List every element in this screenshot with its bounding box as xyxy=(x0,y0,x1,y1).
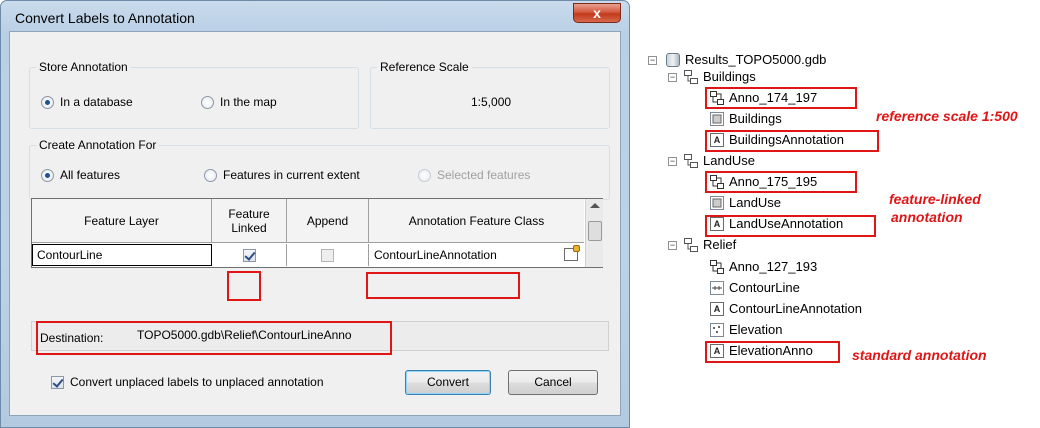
tree-item-label: Elevation xyxy=(729,322,783,337)
feature-linked-annotation-line2: annotation xyxy=(891,209,963,225)
convert-button[interactable]: Convert xyxy=(405,370,491,395)
tree-dataset-label: LandUse xyxy=(703,153,756,168)
tree-item-label: ContourLine xyxy=(729,280,800,295)
cancel-button[interactable]: Cancel xyxy=(508,370,598,395)
catalog-tree: − Results_TOPO5000.gdb − Buildings Anno_… xyxy=(640,40,1040,400)
line-fc-icon xyxy=(710,280,724,295)
highlight-anno-175-195 xyxy=(705,171,857,193)
radio-unselected-icon xyxy=(201,95,214,109)
header-append[interactable]: Append xyxy=(287,199,369,243)
append-checkbox[interactable] xyxy=(321,248,334,262)
point-fc-icon xyxy=(710,322,724,337)
tree-item-landuse-fc[interactable]: LandUse xyxy=(710,195,781,210)
tree-item-label: LandUse xyxy=(729,195,782,210)
store-in-database-radio[interactable]: In a database xyxy=(41,95,133,109)
scroll-thumb[interactable] xyxy=(588,221,602,241)
tree-item-label: Buildings xyxy=(729,111,782,126)
standard-annotation-label: standard annotation xyxy=(852,347,987,363)
feature-layer-value: ContourLine xyxy=(37,248,103,262)
highlight-elevation-anno xyxy=(705,341,840,363)
polygon-fc-icon xyxy=(710,111,724,126)
store-in-database-label: In a database xyxy=(60,95,133,109)
landuse-collapse-icon[interactable]: − xyxy=(668,157,677,166)
highlight-annotation-class xyxy=(366,272,520,299)
radio-unselected-icon xyxy=(204,168,217,182)
annotation-properties-icon[interactable] xyxy=(564,245,580,261)
convert-labels-dialog: Convert Labels to Annotation x Store Ann… xyxy=(0,0,630,428)
tree-root-label: Results_TOPO5000.gdb xyxy=(685,52,827,67)
tree-item-buildings-fc[interactable]: Buildings xyxy=(710,111,782,126)
create-annotation-for-label: Create Annotation For xyxy=(36,138,160,152)
tree-item-elevation-fc[interactable]: Elevation xyxy=(710,322,782,337)
convert-unplaced-option[interactable]: Convert unplaced labels to unplaced anno… xyxy=(51,375,324,389)
highlight-buildings-annotation xyxy=(705,130,879,152)
feature-layer-cell[interactable]: ContourLine xyxy=(32,244,212,266)
annotation-class-cell[interactable]: ContourLineAnnotation xyxy=(369,244,584,266)
tree-item-label: ContourLineAnnotation xyxy=(729,301,862,316)
store-in-map-radio[interactable]: In the map xyxy=(201,95,277,109)
tree-root[interactable]: Results_TOPO5000.gdb xyxy=(666,52,826,67)
selected-features-label: Selected features xyxy=(437,168,531,182)
reference-scale-annotation: reference scale 1:500 xyxy=(876,108,1018,124)
reference-scale-group: Reference Scale 1:5,000 xyxy=(370,60,610,129)
root-collapse-icon[interactable]: − xyxy=(648,56,657,65)
radio-disabled-icon xyxy=(418,168,431,182)
all-features-radio[interactable]: All features xyxy=(41,168,120,182)
geodatabase-icon xyxy=(666,52,680,67)
features-in-extent-label: Features in current extent xyxy=(223,168,360,182)
title-bar[interactable]: Convert Labels to Annotation x xyxy=(1,1,629,31)
store-annotation-group: Store Annotation In a database In the ma… xyxy=(29,60,359,129)
highlight-destination xyxy=(36,321,392,355)
all-features-label: All features xyxy=(60,168,121,182)
scroll-up-icon[interactable] xyxy=(590,203,600,208)
store-annotation-label: Store Annotation xyxy=(36,60,131,74)
feature-linked-annotation-line1: feature-linked xyxy=(889,191,981,207)
radio-selected-icon xyxy=(41,95,54,109)
header-feature-linked[interactable]: Feature Linked xyxy=(212,199,287,243)
tree-dataset-landuse[interactable]: LandUse xyxy=(684,153,755,168)
layers-grid: Feature Layer Feature Linked Append Anno… xyxy=(31,198,603,268)
reference-scale-value: 1:5,000 xyxy=(471,95,512,109)
tree-item-contourline-annotation[interactable]: A ContourLineAnnotation xyxy=(710,301,862,316)
tree-dataset-label: Relief xyxy=(703,237,737,252)
tree-dataset-buildings[interactable]: Buildings xyxy=(684,69,756,84)
highlight-linked-checkbox xyxy=(227,271,261,301)
tree-item-contourline-fc[interactable]: ContourLine xyxy=(710,280,800,295)
dialog-title: Convert Labels to Annotation xyxy=(15,10,195,26)
selected-features-radio: Selected features xyxy=(418,168,530,182)
feature-dataset-icon xyxy=(684,153,698,168)
convert-unplaced-checkbox[interactable] xyxy=(51,375,64,389)
append-cell[interactable] xyxy=(287,244,369,266)
tree-item-label: Anno_127_193 xyxy=(729,259,818,274)
annotation-icon: A xyxy=(710,301,724,316)
radio-selected-icon xyxy=(41,168,54,182)
grid-header: Feature Layer Feature Linked Append Anno… xyxy=(32,199,584,243)
grid-scrollbar[interactable] xyxy=(585,199,603,267)
tree-item-anno-127-193[interactable]: Anno_127_193 xyxy=(710,259,817,274)
create-annotation-for-group: Create Annotation For All features Featu… xyxy=(29,138,610,200)
feature-dataset-icon xyxy=(684,237,698,252)
close-button[interactable]: x xyxy=(573,3,621,23)
relationship-icon xyxy=(710,259,724,274)
highlight-landuse-annotation xyxy=(705,215,876,237)
feature-linked-checkbox[interactable] xyxy=(242,248,256,262)
store-in-map-label: In the map xyxy=(220,95,277,109)
tree-dataset-relief[interactable]: Relief xyxy=(684,237,736,252)
header-annotation-class[interactable]: Annotation Feature Class xyxy=(369,199,584,243)
features-in-extent-radio[interactable]: Features in current extent xyxy=(204,168,360,182)
feature-dataset-icon xyxy=(684,69,698,84)
reference-scale-label: Reference Scale xyxy=(377,60,472,74)
feature-linked-cell[interactable] xyxy=(212,244,287,266)
tree-dataset-label: Buildings xyxy=(703,69,756,84)
annotation-class-value: ContourLineAnnotation xyxy=(374,248,497,262)
polygon-fc-icon xyxy=(710,195,724,210)
relief-collapse-icon[interactable]: − xyxy=(668,241,677,250)
header-feature-layer[interactable]: Feature Layer xyxy=(32,199,212,243)
convert-unplaced-label: Convert unplaced labels to unplaced anno… xyxy=(70,375,324,389)
highlight-anno-174-197 xyxy=(705,87,857,109)
buildings-collapse-icon[interactable]: − xyxy=(668,73,677,82)
